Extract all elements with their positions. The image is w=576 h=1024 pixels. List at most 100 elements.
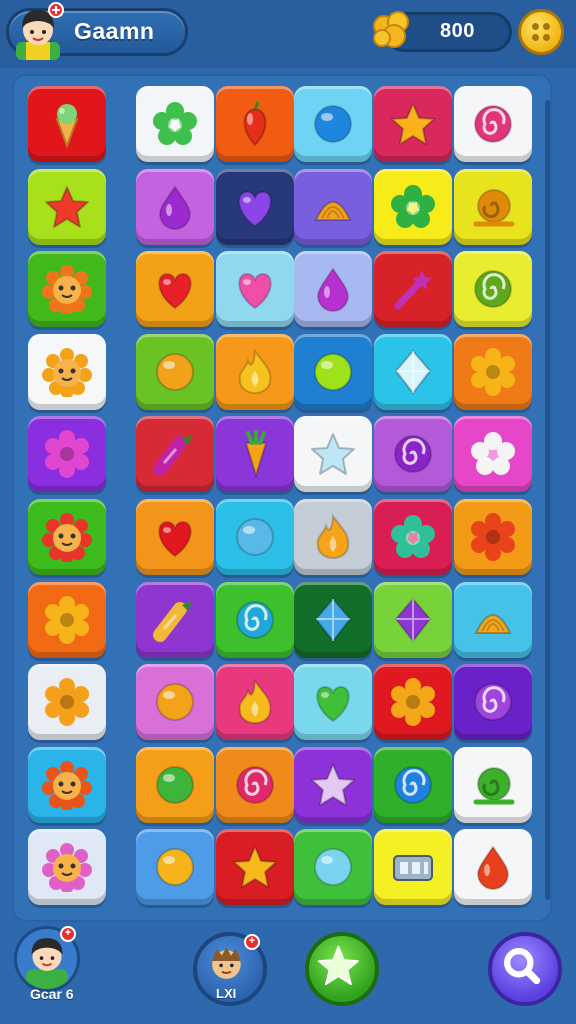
ball-icon: [314, 353, 352, 391]
board-tile[interactable]: [294, 747, 372, 823]
profile-notification-badge: +: [60, 926, 76, 942]
board-tile[interactable]: [454, 499, 532, 575]
board-tile[interactable]: [28, 251, 106, 327]
board-tile[interactable]: [454, 582, 532, 658]
player-name: Gaamn: [74, 18, 155, 44]
board-tile[interactable]: [28, 582, 106, 658]
top-bar: Gaamn 800: [0, 0, 576, 68]
flower-icon: [391, 185, 435, 228]
board-tile[interactable]: [294, 499, 372, 575]
star-icon: [233, 846, 277, 888]
board-tile[interactable]: [136, 416, 214, 492]
board-tile[interactable]: [216, 499, 294, 575]
board-scrollbar[interactable]: [545, 100, 550, 900]
heart-icon: [238, 190, 272, 228]
board-tile[interactable]: [28, 829, 106, 905]
board-tile[interactable]: [216, 169, 294, 245]
board-tile[interactable]: [374, 251, 452, 327]
board-tile[interactable]: [136, 582, 214, 658]
board-tile[interactable]: [294, 86, 372, 162]
ice-cream-icon: [55, 104, 79, 149]
board-tile[interactable]: [136, 747, 214, 823]
heart-icon: [238, 272, 272, 310]
board-tile[interactable]: [454, 664, 532, 740]
flame-icon: [316, 512, 350, 559]
board-tile[interactable]: [28, 416, 106, 492]
board-tile[interactable]: [454, 169, 532, 245]
board-tile[interactable]: [454, 86, 532, 162]
board-tile[interactable]: [454, 829, 532, 905]
donut-icon: [471, 513, 515, 561]
board-tile[interactable]: [216, 829, 294, 905]
carrot-icon: [244, 430, 268, 479]
lion-icon: [42, 843, 92, 892]
board-tile[interactable]: [136, 251, 214, 327]
board-tile[interactable]: [28, 86, 106, 162]
diamond-icon: [314, 597, 352, 643]
shell-icon: [474, 614, 512, 634]
coin-cluster-icon: [373, 11, 409, 48]
board-tile[interactable]: [374, 747, 452, 823]
board-tile[interactable]: [374, 664, 452, 740]
drop-icon: [476, 845, 510, 890]
board-tile[interactable]: [454, 747, 532, 823]
heart-icon: [158, 272, 192, 310]
board-tile[interactable]: [294, 169, 372, 245]
star-icon: [311, 433, 355, 475]
profile-label: Gcar 6: [30, 986, 74, 1002]
board-tile[interactable]: [374, 334, 452, 410]
board-tile[interactable]: [136, 829, 214, 905]
board-tile[interactable]: [136, 334, 214, 410]
board-tile[interactable]: [294, 582, 372, 658]
board-tile[interactable]: [28, 747, 106, 823]
ball-icon: [236, 518, 274, 556]
swirl-icon: [474, 683, 512, 721]
board-tile[interactable]: [216, 747, 294, 823]
board-tile[interactable]: [294, 416, 372, 492]
board-tile[interactable]: [216, 86, 294, 162]
search-icon: [504, 948, 541, 985]
star-icon: [311, 764, 355, 806]
menu-button[interactable]: [518, 9, 564, 55]
board-tile[interactable]: [374, 86, 452, 162]
heart-icon: [158, 520, 192, 558]
board-tile[interactable]: [374, 582, 452, 658]
board-tile[interactable]: [136, 499, 214, 575]
board-tile[interactable]: [294, 334, 372, 410]
board-tile[interactable]: [28, 334, 106, 410]
board-tile[interactable]: [216, 582, 294, 658]
board-tile[interactable]: [294, 829, 372, 905]
drop-icon: [158, 185, 192, 230]
board-tile[interactable]: [216, 251, 294, 327]
board-tile[interactable]: [374, 829, 452, 905]
board-tile[interactable]: [294, 251, 372, 327]
donut-icon: [391, 678, 435, 726]
swirl-icon: [474, 105, 512, 143]
board-tile[interactable]: [216, 416, 294, 492]
board-tile[interactable]: [454, 416, 532, 492]
lion-icon: [42, 265, 92, 314]
search-button[interactable]: [488, 932, 562, 1006]
player-avatar-icon[interactable]: [12, 2, 64, 60]
board-tile[interactable]: [294, 664, 372, 740]
board-tile[interactable]: [454, 251, 532, 327]
board-tile[interactable]: [28, 169, 106, 245]
play-star-button[interactable]: [305, 932, 379, 1006]
snail-icon: [473, 189, 515, 227]
board-tile[interactable]: [28, 499, 106, 575]
board-tile[interactable]: [28, 664, 106, 740]
board-tile[interactable]: [454, 334, 532, 410]
ball-icon: [156, 766, 194, 804]
board-tile[interactable]: [374, 499, 452, 575]
board-tile[interactable]: [136, 664, 214, 740]
board-tile[interactable]: [136, 86, 214, 162]
board-tile[interactable]: [374, 416, 452, 492]
board-tile[interactable]: [216, 334, 294, 410]
heart-icon: [316, 685, 350, 723]
board-tile[interactable]: [136, 169, 214, 245]
flower-icon: [471, 432, 515, 475]
candy-icon: [153, 601, 192, 642]
swirl-icon: [236, 601, 274, 639]
board-tile[interactable]: [216, 664, 294, 740]
board-tile[interactable]: [374, 169, 452, 245]
